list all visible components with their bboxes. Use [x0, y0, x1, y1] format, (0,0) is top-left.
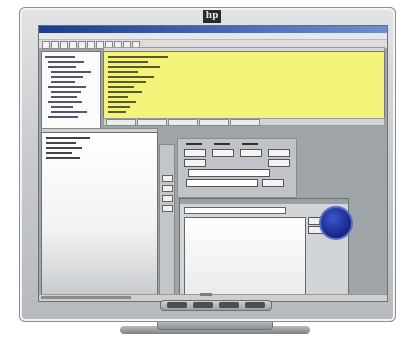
text-line — [108, 56, 168, 58]
control-label — [242, 143, 258, 145]
bezel-brand-mark — [200, 293, 212, 296]
toolbar-button[interactable] — [51, 41, 59, 49]
tree-view[interactable] — [41, 51, 101, 130]
monitor-button[interactable] — [193, 302, 213, 308]
tab[interactable] — [137, 119, 167, 126]
text-line — [108, 66, 160, 68]
list-item[interactable] — [46, 157, 80, 159]
tree-item[interactable] — [45, 56, 75, 58]
tree-item[interactable] — [48, 61, 84, 63]
tab[interactable] — [199, 119, 229, 126]
combo-box[interactable] — [188, 169, 270, 177]
toolbar-button[interactable] — [87, 41, 95, 49]
control-button[interactable] — [240, 149, 262, 157]
text-line — [108, 71, 138, 73]
tree-item[interactable] — [51, 91, 81, 93]
monitor-button[interactable] — [219, 302, 239, 308]
list-pane[interactable] — [41, 132, 158, 296]
text-line — [108, 86, 134, 88]
tree-item[interactable] — [51, 71, 91, 73]
dropdown-select[interactable] — [186, 179, 258, 187]
monitor-screen — [38, 25, 388, 302]
control-button[interactable] — [212, 149, 234, 157]
control-label — [214, 143, 230, 145]
menu-bar — [39, 33, 387, 40]
window-title-bar[interactable] — [39, 26, 387, 33]
transfer-button[interactable] — [162, 205, 173, 212]
text-line — [108, 91, 142, 93]
toolbar-button[interactable] — [69, 41, 77, 49]
monitor-button[interactable] — [167, 302, 187, 308]
text-line — [108, 61, 148, 63]
blue-circle-button-icon[interactable] — [319, 206, 353, 240]
dialog-input-field[interactable] — [184, 207, 286, 214]
horizontal-scrollbar[interactable] — [41, 296, 131, 299]
control-label — [186, 143, 202, 145]
tree-item[interactable] — [48, 101, 82, 103]
hp-logo-icon: hp — [203, 10, 221, 23]
list-item[interactable] — [46, 147, 82, 149]
text-line — [108, 81, 146, 83]
transfer-button[interactable] — [162, 195, 173, 202]
list-item[interactable] — [46, 142, 76, 144]
transfer-button[interactable] — [162, 185, 173, 192]
tree-item[interactable] — [48, 66, 76, 68]
tree-item[interactable] — [48, 116, 78, 118]
control-button[interactable] — [268, 149, 290, 157]
highlighted-text-panel[interactable] — [103, 51, 385, 119]
tree-item[interactable] — [51, 96, 77, 98]
text-line — [108, 101, 136, 103]
tree-item[interactable] — [51, 76, 83, 78]
control-button[interactable] — [262, 179, 284, 187]
text-line — [108, 106, 130, 108]
tab[interactable] — [106, 119, 136, 126]
list-item[interactable] — [46, 152, 72, 154]
transfer-button[interactable] — [162, 175, 173, 182]
control-button[interactable] — [184, 159, 206, 167]
control-button[interactable] — [268, 159, 290, 167]
transfer-buttons-column — [159, 144, 175, 296]
dialog-title-bar[interactable] — [180, 199, 348, 204]
control-panel — [177, 138, 297, 198]
dialog-list[interactable] — [184, 217, 306, 297]
control-button[interactable] — [184, 149, 206, 157]
toolbar-button[interactable] — [42, 41, 50, 49]
text-line — [108, 96, 128, 98]
tab[interactable] — [168, 119, 198, 126]
tab-strip — [103, 118, 385, 126]
text-line — [108, 111, 126, 113]
tab[interactable] — [230, 119, 260, 126]
list-item[interactable] — [46, 137, 90, 139]
toolbar-button[interactable] — [60, 41, 68, 49]
tree-item[interactable] — [51, 81, 75, 83]
text-line — [108, 76, 154, 78]
tree-item[interactable] — [48, 86, 86, 88]
tree-item[interactable] — [51, 106, 73, 108]
toolbar-button[interactable] — [78, 41, 86, 49]
monitor-button[interactable] — [245, 302, 265, 308]
tree-item[interactable] — [51, 111, 87, 113]
monitor-control-buttons — [160, 300, 272, 311]
